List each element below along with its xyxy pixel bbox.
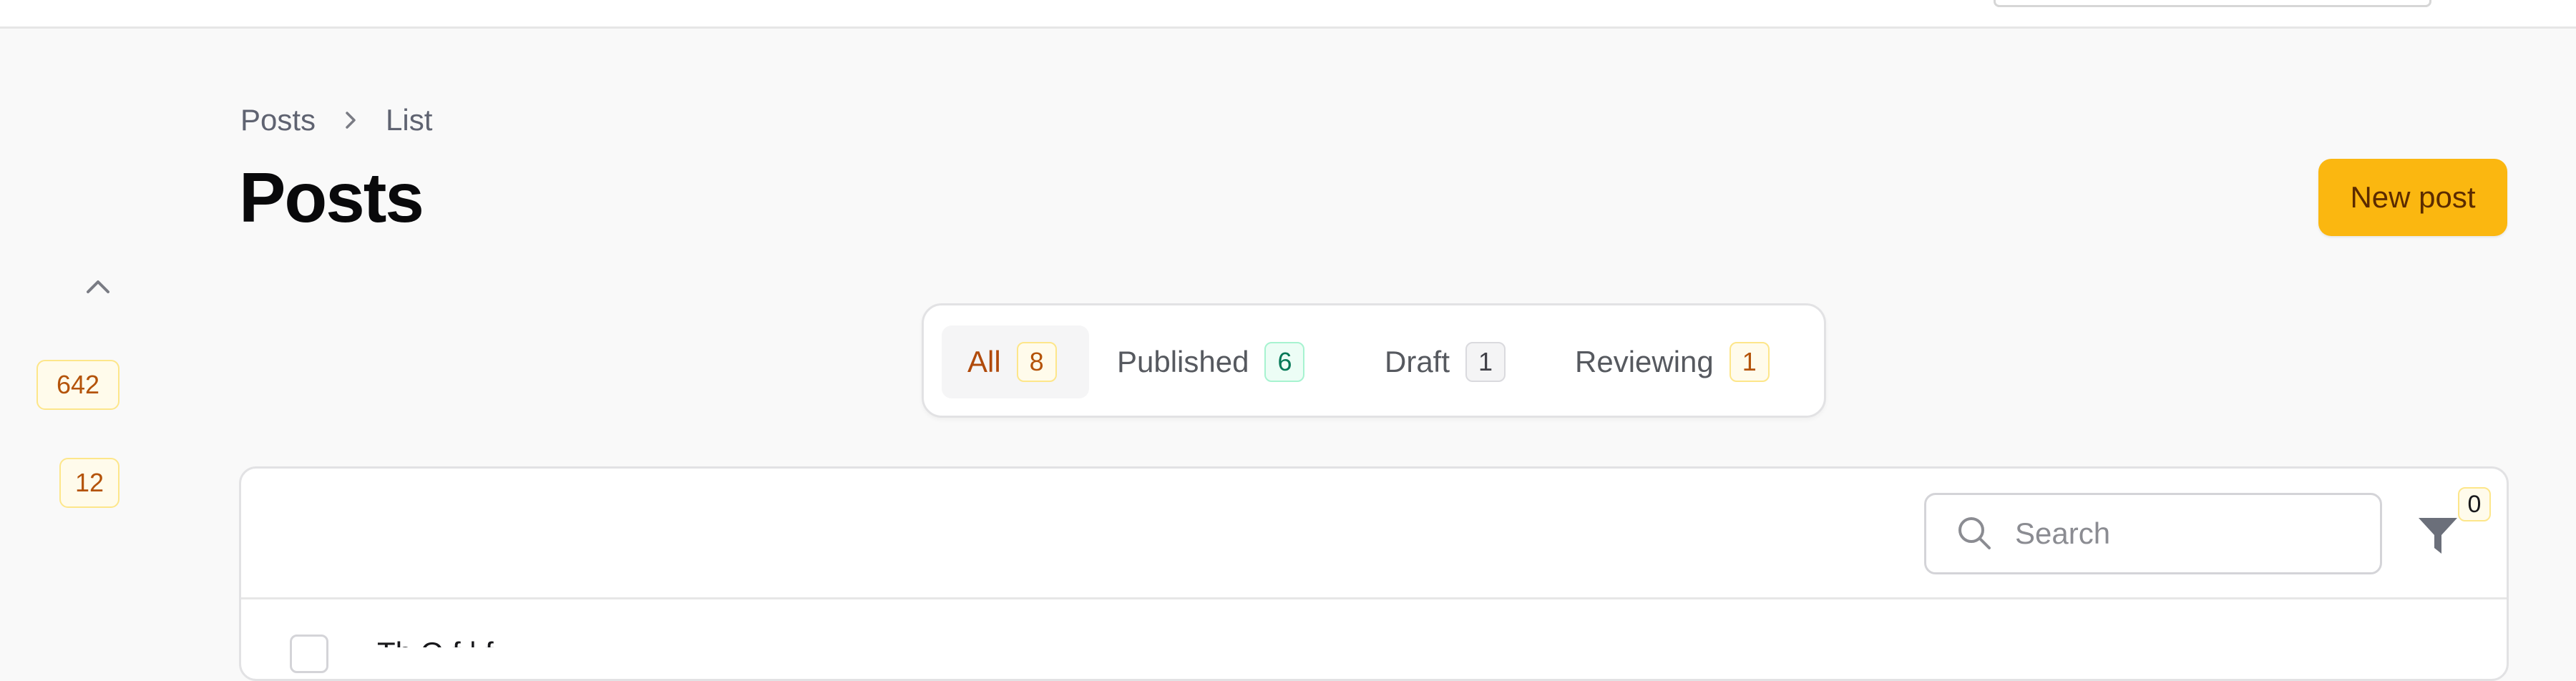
table-row-title: Th O f | f — [377, 632, 1951, 647]
tab-published[interactable]: Published 6 — [1117, 325, 1332, 398]
tab-label: All — [967, 345, 1001, 378]
tab-count-badge: 1 — [1465, 342, 1506, 382]
breadcrumb-item-list: List — [386, 103, 433, 137]
search-icon — [1953, 512, 1996, 555]
search-box[interactable] — [1924, 493, 2382, 574]
tab-count-badge: 6 — [1264, 342, 1305, 382]
top-bar-field[interactable] — [1994, 0, 2431, 7]
search-input[interactable] — [2014, 516, 2346, 552]
tab-reviewing[interactable]: Reviewing 1 — [1575, 325, 1804, 398]
top-bar — [0, 0, 2576, 29]
rail-badge: 12 — [59, 458, 119, 508]
new-post-button[interactable]: New post — [2318, 159, 2507, 236]
breadcrumb: Posts List — [240, 99, 432, 142]
breadcrumb-item-posts[interactable]: Posts — [240, 103, 316, 137]
tab-count-badge: 8 — [1016, 342, 1057, 382]
tab-draft[interactable]: Draft 1 — [1385, 325, 1528, 398]
chevron-right-icon — [340, 109, 361, 131]
tab-count-badge: 1 — [1729, 342, 1770, 382]
status-tabs: All 8 Published 6 Draft 1 Reviewing 1 — [922, 303, 1826, 418]
filter-count-badge: 0 — [2458, 487, 2491, 521]
tab-label: Reviewing — [1575, 345, 1714, 378]
funnel-icon[interactable] — [2412, 510, 2464, 562]
posts-table: 0 Th O f | f — [239, 466, 2509, 681]
rail-badge: 642 — [36, 360, 119, 410]
tab-all[interactable]: All 8 — [942, 325, 1089, 398]
table-toolbar-divider — [241, 597, 2507, 599]
chevron-up-icon[interactable] — [82, 272, 114, 303]
tab-label: Draft — [1385, 345, 1450, 378]
tab-label: Published — [1117, 345, 1249, 378]
page-title: Posts — [239, 158, 424, 237]
row-checkbox[interactable] — [290, 635, 328, 673]
